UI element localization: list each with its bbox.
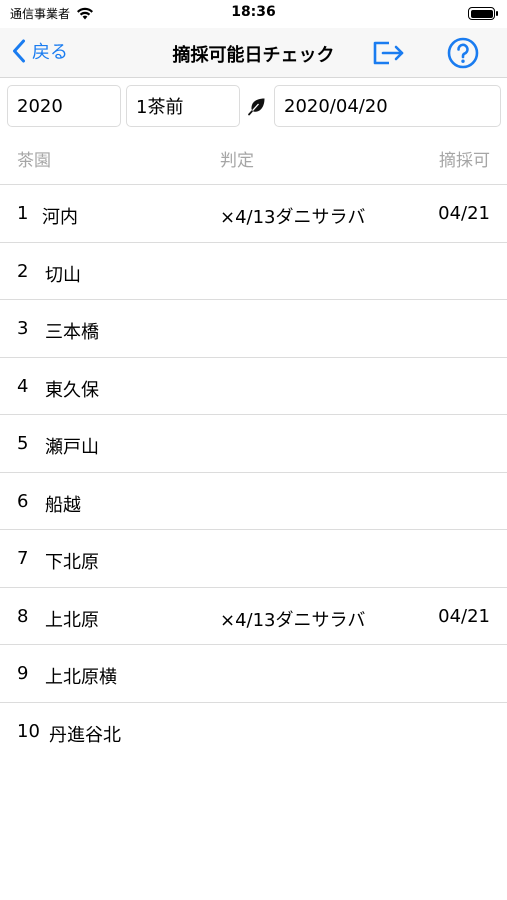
column-headers: 茶園 判定 摘採可 [0,134,507,184]
row-number: 7 [17,548,29,569]
battery-icon [468,7,498,20]
column-header-judgement: 判定 [220,151,254,171]
row-number: 5 [17,433,29,454]
status-time: 18:36 [231,4,276,20]
row-number: 1 [17,203,29,224]
row-number: 8 [17,605,29,627]
row-number: 6 [17,490,29,512]
row-number: 4 [17,375,29,397]
column-header-pickable: 摘採可 [439,151,490,171]
row-number: 9 [17,663,29,684]
table-row[interactable]: 6 船越 [0,471,507,530]
help-button[interactable] [446,36,480,70]
tea-period-field[interactable]: 1茶前 [126,85,240,127]
date-field[interactable]: 2020/04/20 [274,85,501,127]
row-garden-name: 東久保 [45,379,99,401]
row-garden-name: 河内 [42,207,78,228]
table-row[interactable]: 2 切山 [0,241,507,300]
row-number: 2 [17,260,29,282]
page-title: 摘採可能日チェック [172,45,335,66]
row-pickable-date: 04/21 [438,605,490,627]
row-garden-name: 三本橋 [45,322,99,343]
table-row[interactable]: 7 下北原 [0,529,507,587]
exit-icon [373,41,404,65]
row-garden-name: 上北原 [45,609,99,631]
table-row[interactable]: 5 瀬戸山 [0,414,507,472]
table-row[interactable]: 3 三本橋 [0,299,507,357]
row-garden-name: 下北原 [45,552,99,573]
status-bar: 通信事業者 18:36 [0,0,507,28]
table-row[interactable]: 1 河内 ×4/13ダニサラバ 04/21 [0,184,507,242]
row-garden-name: 船越 [45,494,81,516]
row-garden-name: 丹進谷北 [49,724,121,746]
row-judgement: ×4/13ダニサラバ [220,207,366,228]
table-row[interactable]: 10 丹進谷北 [0,701,507,760]
row-garden-name: 切山 [45,264,81,286]
row-number: 10 [17,720,40,742]
table-row[interactable]: 9 上北原横 [0,644,507,702]
row-number: 3 [17,318,29,339]
row-pickable-date: 04/21 [438,203,490,224]
year-field[interactable]: 2020 [7,85,121,127]
table-row[interactable]: 4 東久保 [0,356,507,415]
row-judgement: ×4/13ダニサラバ [220,609,366,631]
help-icon [447,37,479,69]
garden-table: 1 河内 ×4/13ダニサラバ 04/21 2 切山 3 三本橋 4 東久保 5… [0,184,507,759]
filter-bar: 2020 1茶前 2020/04/20 [0,78,507,134]
leaf-icon [248,98,265,116]
row-garden-name: 上北原横 [45,667,117,688]
export-button[interactable] [372,36,406,70]
column-header-garden: 茶園 [17,151,51,171]
navigation-bar: 戻る 摘採可能日チェック [0,28,507,78]
row-garden-name: 瀬戸山 [45,437,99,458]
table-row[interactable]: 8 上北原 ×4/13ダニサラバ 04/21 [0,586,507,645]
